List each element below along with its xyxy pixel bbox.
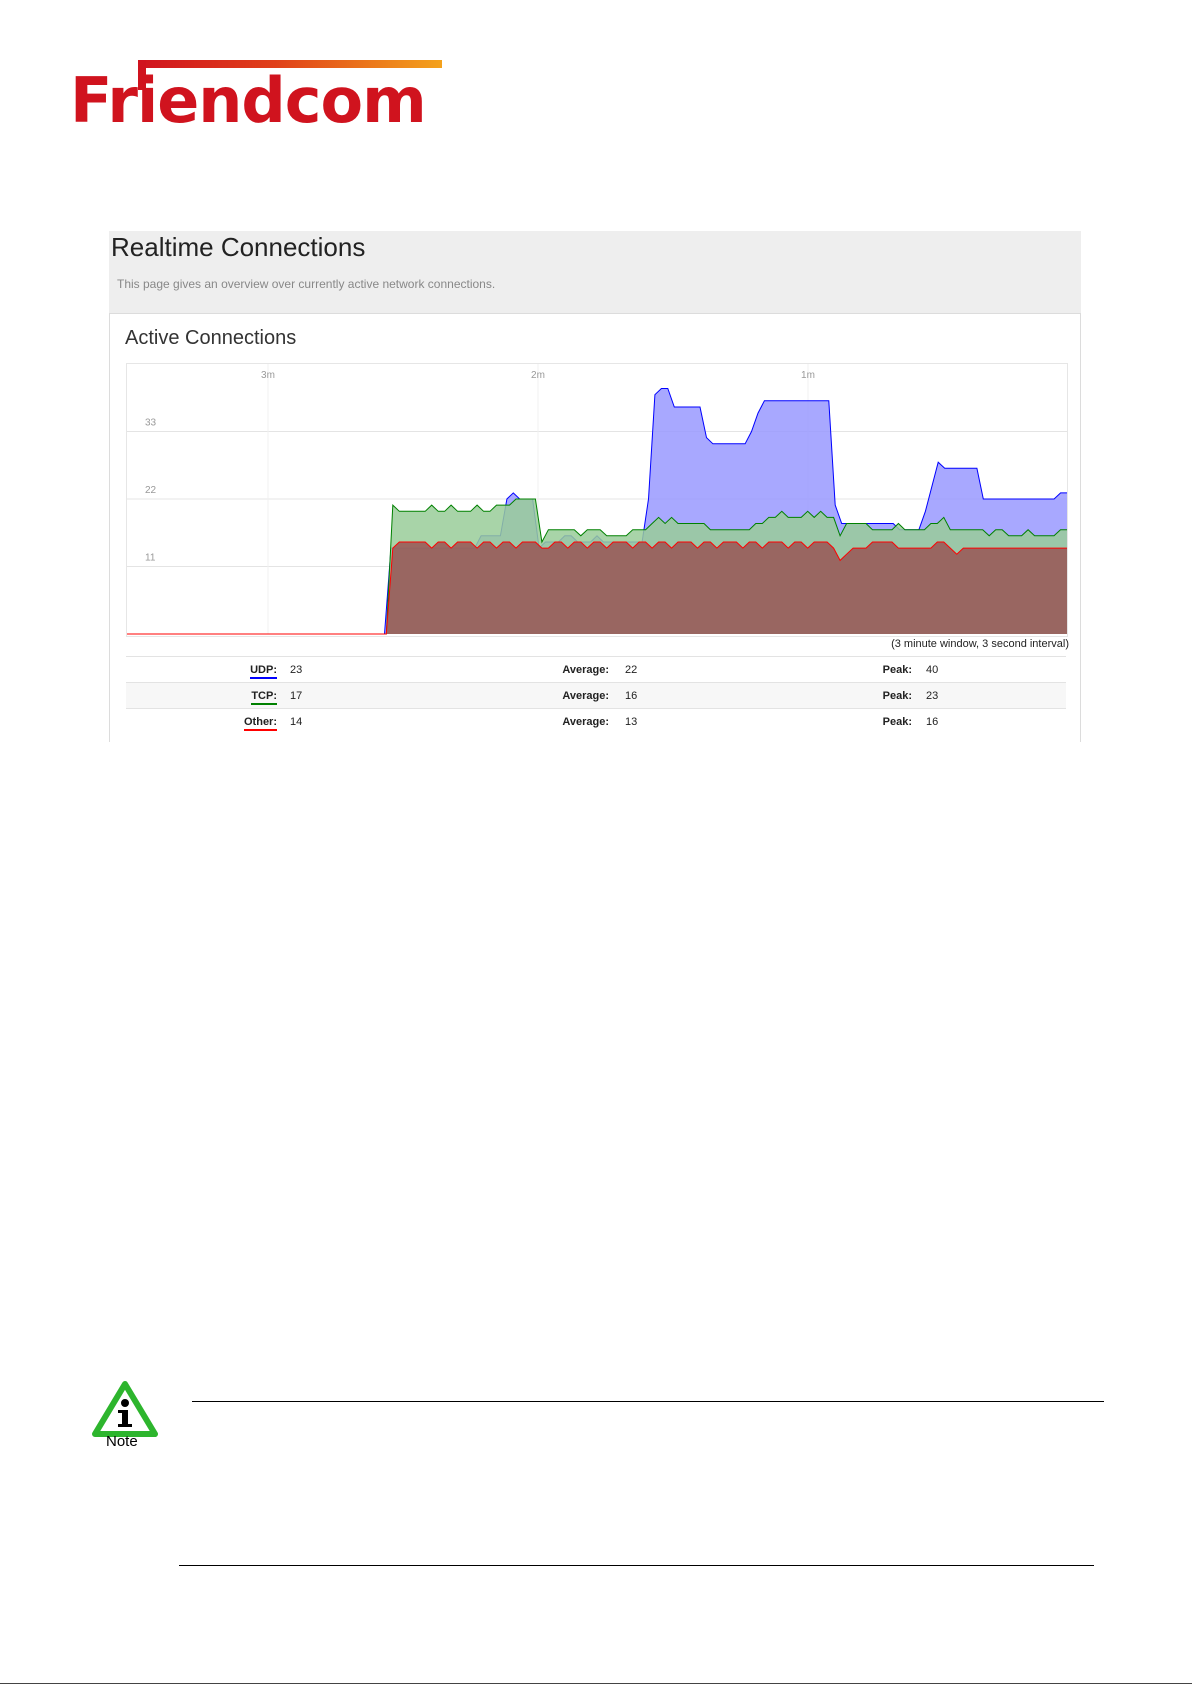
chart-svg: 33 22 11 3m 2m 1m: [127, 364, 1067, 635]
page-description: This page gives an overview over current…: [117, 277, 496, 291]
other-peak-label: Peak:: [878, 708, 926, 734]
y-tick-label: 11: [145, 553, 156, 564]
udp-current: 23: [290, 656, 549, 683]
stats-row-tcp: TCP: 17 Average: 16 Peak: 23: [126, 682, 1066, 709]
stats-row-udp: UDP: 23 Average: 22 Peak: 40: [126, 656, 1066, 683]
note-label: Note: [106, 1433, 138, 1450]
tcp-average: 16: [625, 682, 878, 709]
other-label: Other:: [126, 708, 290, 734]
note-top-rule: [192, 1401, 1104, 1402]
udp-average: 22: [625, 656, 878, 683]
udp-peak-label: Peak:: [878, 656, 926, 683]
y-tick-label: 22: [145, 485, 157, 496]
realtime-connections-screenshot: Realtime Connections This page gives an …: [109, 231, 1081, 742]
friendcom-logo: Friendcom: [70, 60, 450, 140]
tcp-peak: 23: [926, 682, 1066, 709]
chart-window-note: (3 minute window, 3 second interval): [891, 638, 1069, 650]
x-tick-label: 1m: [801, 370, 815, 381]
stats-row-other: Other: 14 Average: 13 Peak: 16: [126, 708, 1066, 734]
tcp-peak-label: Peak:: [878, 682, 926, 709]
connections-chart: 33 22 11 3m 2m 1m (3 minute window, 3 second …: [126, 363, 1069, 650]
connection-stats-table: UDP: 23 Average: 22 Peak: 40 TCP: 17 Ave…: [126, 656, 1066, 734]
other-peak: 16: [926, 708, 1066, 734]
udp-label: UDP:: [126, 656, 290, 683]
x-tick-label: 3m: [261, 370, 275, 381]
page-header: Realtime Connections This page gives an …: [109, 231, 1081, 313]
udp-peak: 40: [926, 656, 1066, 683]
tcp-current: 17: [290, 682, 549, 709]
other-current: 14: [290, 708, 549, 734]
logo-text: Friendcom: [70, 64, 427, 137]
other-average-label: Average:: [549, 708, 625, 734]
note-bottom-rule: [179, 1565, 1094, 1566]
panel-title: Active Connections: [125, 327, 297, 349]
tcp-label: TCP:: [126, 682, 290, 709]
udp-average-label: Average:: [549, 656, 625, 683]
tcp-average-label: Average:: [549, 682, 625, 709]
x-tick-label: 2m: [531, 370, 545, 381]
page-bottom-rule: [0, 1683, 1192, 1684]
y-tick-label: 33: [145, 418, 157, 429]
other-average: 13: [625, 708, 878, 734]
page-title: Realtime Connections: [111, 232, 366, 262]
active-connections-panel: Active Connections 33 22 11 3m 2m 1m (3 minut…: [109, 313, 1081, 742]
